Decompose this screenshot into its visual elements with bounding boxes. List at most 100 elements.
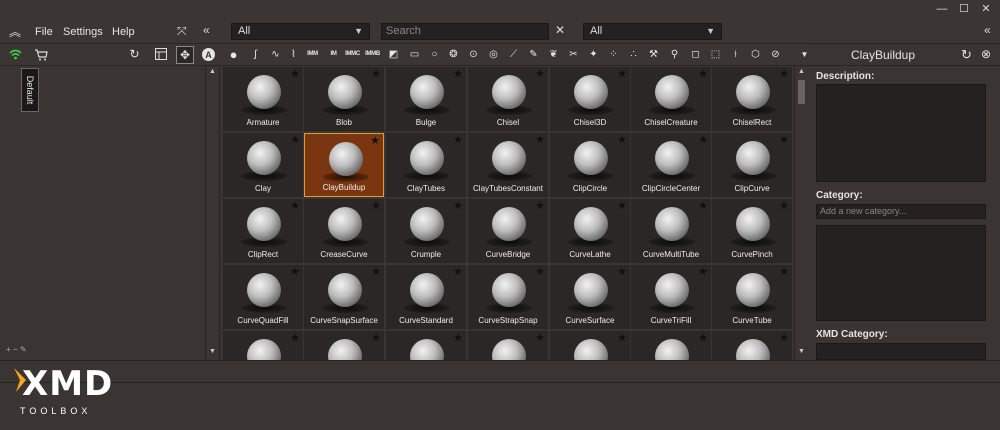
minimize-icon[interactable]: —	[934, 2, 950, 16]
favorite-star-icon[interactable]: ★	[290, 67, 300, 80]
brush-tile[interactable]: ★ CurveSnapSurface	[304, 265, 384, 329]
search-input[interactable]: Search	[381, 23, 549, 40]
favorite-star-icon[interactable]: ★	[617, 67, 627, 80]
brush-tile[interactable]: ★	[712, 331, 792, 360]
dots-icon[interactable]: ⁘	[606, 47, 621, 62]
font-icon[interactable]: A	[201, 47, 216, 62]
favorite-star-icon[interactable]: ★	[535, 133, 545, 146]
menu-help[interactable]: Help	[112, 26, 135, 38]
favorite-star-icon[interactable]: ★	[371, 331, 381, 344]
menu-settings[interactable]: Settings	[63, 26, 103, 38]
brush-tile[interactable]: ★ CurveBridge	[468, 199, 548, 263]
brush-tile[interactable]: ★ CurveStandard	[386, 265, 466, 329]
edit-icon[interactable]: ✎	[20, 345, 27, 354]
left-scrollbar[interactable]: ▲ ▼	[206, 66, 220, 360]
imm-icon[interactable]: IMM	[305, 47, 320, 62]
favorite-star-icon[interactable]: ★	[698, 265, 708, 278]
circle-icon[interactable]: ○	[427, 47, 442, 62]
category-input[interactable]: Add a new category...	[816, 204, 986, 219]
brush-tile[interactable]: ★ CurveTriFill	[631, 265, 711, 329]
square-icon[interactable]: ◻	[688, 47, 703, 62]
brush-tile[interactable]: ★ Clay	[223, 133, 303, 197]
brush-tile[interactable]: ★	[468, 331, 548, 360]
move-icon[interactable]: ✥	[176, 46, 194, 64]
favorite-star-icon[interactable]: ★	[371, 67, 381, 80]
brush-tile[interactable]: ★ ClipRect	[223, 199, 303, 263]
favorite-star-icon[interactable]: ★	[535, 265, 545, 278]
leaf-icon[interactable]: ❦	[546, 47, 561, 62]
scroll-up-icon[interactable]: ▲	[798, 68, 805, 75]
sparkles-icon[interactable]: ✦	[586, 47, 601, 62]
rectangle-icon[interactable]: ▭	[407, 47, 422, 62]
scissors-icon[interactable]: ✂	[566, 47, 581, 62]
brush-tile[interactable]: ★ CurveSurface	[550, 265, 630, 329]
brush-tile[interactable]: ★ ClipCircle	[550, 133, 630, 197]
brush-tile[interactable]: ★ Chisel	[468, 67, 548, 131]
brush-tile[interactable]: ★ ClayTubes	[386, 133, 466, 197]
brush-tile[interactable]: ★ ClayBuildup	[304, 133, 384, 197]
layout-icon[interactable]	[154, 47, 169, 62]
brush-tile[interactable]: ★ ChiselRect	[712, 67, 792, 131]
brush-tile[interactable]: ★ CurveMultiTube	[631, 199, 711, 263]
scatter-icon[interactable]: ∴	[626, 47, 641, 62]
pin-icon[interactable]: ⚲	[667, 47, 682, 62]
blob-icon[interactable]: ❂	[446, 47, 461, 62]
favorite-star-icon[interactable]: ★	[453, 265, 463, 278]
close-icon[interactable]: ✕	[978, 2, 994, 16]
favorite-star-icon[interactable]: ★	[617, 133, 627, 146]
favorite-star-icon[interactable]: ★	[779, 265, 789, 278]
brush-tile[interactable]: ★ CurveStrapSnap	[468, 265, 548, 329]
fullscreen-icon[interactable]: ⤧	[177, 24, 187, 39]
slice-icon[interactable]: ⟊	[728, 47, 743, 62]
collapse-left-icon[interactable]: «	[203, 23, 210, 37]
cube-icon[interactable]: ⬡	[748, 47, 763, 62]
brush-tile[interactable]: ★	[631, 331, 711, 360]
favorite-star-icon[interactable]: ★	[290, 199, 300, 212]
favorite-star-icon[interactable]: ★	[698, 331, 708, 344]
brush-tile[interactable]: ★ CurvePinch	[712, 199, 792, 263]
filled-circle-icon[interactable]: ●	[226, 47, 241, 62]
favorite-star-icon[interactable]: ★	[779, 67, 789, 80]
favorite-star-icon[interactable]: ★	[617, 331, 627, 344]
favorite-star-icon[interactable]: ★	[453, 133, 463, 146]
scroll-down-icon[interactable]: ▼	[209, 348, 216, 355]
favorite-star-icon[interactable]: ★	[290, 265, 300, 278]
favorite-star-icon[interactable]: ★	[290, 133, 300, 146]
favorite-star-icon[interactable]: ★	[779, 133, 789, 146]
compass-icon[interactable]: ⊘	[768, 47, 783, 62]
cart-icon[interactable]	[34, 47, 49, 62]
brush-tile[interactable]: ★	[223, 331, 303, 360]
menu-file[interactable]: File	[35, 26, 53, 38]
clear-search-icon[interactable]: ✕	[555, 23, 565, 37]
brush-tile[interactable]: ★ CurveLathe	[550, 199, 630, 263]
image-icon[interactable]: ◩	[386, 47, 401, 62]
favorite-star-icon[interactable]: ★	[617, 265, 627, 278]
brush-tile[interactable]: ★	[386, 331, 466, 360]
brush-tile[interactable]: ★ ClayTubesConstant	[468, 133, 548, 197]
brush-tile[interactable]: ★ Armature	[223, 67, 303, 131]
rings-icon[interactable]: ⊙	[466, 47, 481, 62]
brush-stroke-icon[interactable]: ∫	[248, 47, 263, 62]
brush-tile[interactable]: ★ Crumple	[386, 199, 466, 263]
scroll-up-icon[interactable]: ▲	[209, 68, 216, 75]
favorite-star-icon[interactable]: ★	[698, 199, 708, 212]
curve-icon[interactable]: ∿	[268, 47, 283, 62]
refresh-icon[interactable]: ↻	[961, 47, 972, 63]
favorite-star-icon[interactable]: ★	[371, 199, 381, 212]
favorite-star-icon[interactable]: ★	[370, 134, 380, 147]
collapse-up-icon[interactable]: ︽	[9, 23, 21, 40]
favorite-star-icon[interactable]: ★	[535, 67, 545, 80]
add-icon[interactable]: +	[6, 345, 11, 354]
maximize-icon[interactable]: ☐	[956, 2, 972, 16]
brush-tile[interactable]: ★ ChiselCreature	[631, 67, 711, 131]
remove-icon[interactable]: −	[13, 345, 18, 354]
brush-tile[interactable]: ★ Chisel3D	[550, 67, 630, 131]
close-icon[interactable]: ⊗	[981, 47, 991, 61]
favorite-star-icon[interactable]: ★	[535, 199, 545, 212]
im-icon[interactable]: IM	[326, 47, 341, 62]
category-filter-select[interactable]: All ▼	[583, 23, 722, 40]
grid-scrollbar[interactable]: ▲ ▼	[794, 66, 808, 360]
library-filter-select[interactable]: All ▼	[231, 23, 370, 40]
favorite-star-icon[interactable]: ★	[779, 331, 789, 344]
curve-line-icon[interactable]: ⌇	[286, 47, 301, 62]
